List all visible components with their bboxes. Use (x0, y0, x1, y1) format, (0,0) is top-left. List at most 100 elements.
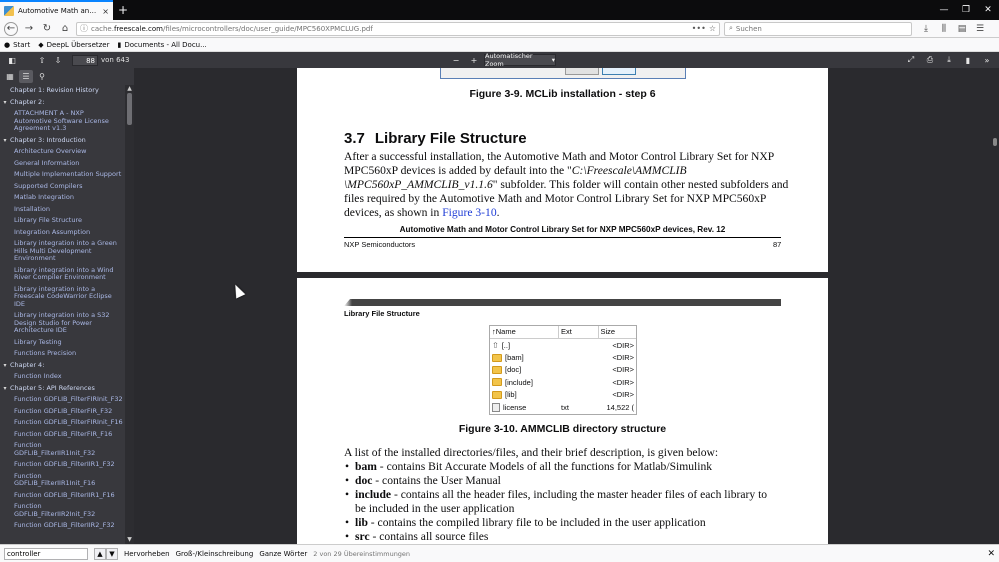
sidebar-tabs: ▦ ☰ ⚲ (0, 68, 134, 85)
outline-view-icon[interactable]: ☰ (19, 70, 33, 83)
outline-item[interactable]: Supported Compilers (0, 181, 125, 193)
section-heading: 3.7 Library File Structure (344, 130, 527, 147)
viewer-scroll-thumb[interactable] (993, 138, 997, 146)
outline-item[interactable]: Installation (0, 204, 125, 216)
previous-page-icon[interactable]: ⇧ (34, 53, 50, 67)
url-bar[interactable]: ⓘ cache.freescale.com/files/microcontrol… (76, 21, 720, 36)
outline-item[interactable]: Functions Precision (0, 348, 125, 360)
reload-icon[interactable]: ↻ (40, 22, 54, 36)
outline-label: Library integration into a Freescale Cod… (14, 284, 112, 308)
next-page-icon[interactable]: ⇩ (50, 53, 66, 67)
find-previous-icon[interactable]: ▲ (94, 547, 106, 560)
close-findbar-icon[interactable]: ✕ (987, 549, 995, 559)
highlight-all-toggle[interactable]: Hervorheben (124, 550, 170, 558)
outline-label: Function GDFLIB_FilterIIR2Init_F32 (14, 502, 96, 518)
outline-item[interactable]: Matlab Integration (0, 192, 125, 204)
chevron-down-icon[interactable]: ▾ (0, 137, 10, 145)
thumbnails-view-icon[interactable]: ▦ (3, 70, 17, 83)
bookmark-documents[interactable]: ▮ Documents - All Docu... (118, 41, 207, 49)
maximize-icon[interactable]: ❐ (955, 0, 977, 20)
scroll-down-icon[interactable]: ▼ (125, 536, 134, 544)
pdf-viewer[interactable]: Figure 3-9. MCLib installation - step 6 … (134, 68, 999, 544)
outline-item[interactable]: Function GDFLIB_FilterFIRInit_F16 (0, 417, 125, 429)
outline-chapter[interactable]: ▾ Chapter 5: API References (0, 383, 125, 395)
save-icon[interactable]: ⤓ (941, 53, 957, 67)
forward-icon[interactable]: → (22, 22, 36, 36)
footer-page-number: 87 (773, 240, 782, 249)
bookmark-start[interactable]: ● Start (4, 41, 30, 49)
menu-icon[interactable]: ☰ (974, 24, 986, 34)
tools-menu-icon[interactable]: » (979, 53, 995, 67)
outline-item[interactable]: Library integration into a Wind River Co… (0, 265, 125, 284)
outline-item[interactable]: General Information (0, 158, 125, 170)
tab-close-icon[interactable]: × (102, 7, 109, 16)
outline-item[interactable]: Function GDFLIB_FilterFIR_F32 (0, 406, 125, 418)
outline-item[interactable]: Function Index (0, 371, 125, 383)
sidebar-scroll-thumb[interactable] (127, 93, 132, 125)
outline-item[interactable]: Function GDFLIB_FilterFIR_F16 (0, 429, 125, 441)
search-bar[interactable]: ⌕ (724, 21, 912, 36)
match-case-toggle[interactable]: Groß-/Kleinschreibung (176, 550, 254, 558)
outline-item[interactable]: Function GDFLIB_FilterIIR1_F16 (0, 490, 125, 502)
find-next-icon[interactable]: ▼ (106, 547, 118, 560)
home-icon[interactable]: ⌂ (58, 22, 72, 36)
whole-words-toggle[interactable]: Ganze Wörter (259, 550, 307, 558)
chevron-down-icon[interactable]: ▾ (0, 362, 10, 370)
outline-item[interactable]: Library integration into a Green Hills M… (0, 238, 125, 265)
outline-item[interactable]: Function GDFLIB_FilterIIR2Init_F32 (0, 501, 125, 520)
new-tab-button[interactable]: + (113, 0, 133, 20)
back-icon[interactable]: ← (4, 21, 18, 36)
outline-label: Function GDFLIB_FilterIIR1_F16 (14, 490, 115, 499)
outline-item[interactable]: Library integration into a S32 Design St… (0, 310, 125, 337)
chevron-down-icon[interactable]: ▾ (0, 99, 10, 107)
bookmark-star-icon[interactable]: ☆ (709, 24, 716, 33)
bookmark-view-icon[interactable]: ▮ (960, 53, 976, 67)
outline-label: Chapter 5: API References (10, 383, 95, 392)
bookmark-deepl[interactable]: ◆ DeepL Übersetzer (38, 41, 109, 49)
scroll-up-icon[interactable]: ▲ (125, 85, 134, 93)
zoom-select[interactable]: Automatischer Zoom ▾ (484, 52, 556, 68)
tab-active[interactable]: Automotive Math and Motor C × (0, 0, 113, 20)
outline-chapter[interactable]: ▾ Chapter 4: (0, 360, 125, 372)
figure-link[interactable]: Figure 3-10 (442, 206, 496, 219)
outline-item[interactable]: Integration Assumption (0, 227, 125, 239)
find-input[interactable] (4, 547, 88, 560)
outline-item[interactable]: Library integration into a Freescale Cod… (0, 284, 125, 311)
zoom-out-icon[interactable]: − (448, 53, 464, 67)
page-actions-icon[interactable]: ••• (692, 24, 706, 33)
sidebar-scrollbar[interactable]: ▲ ▼ (125, 85, 134, 544)
footer-title: Automotive Math and Motor Control Librar… (399, 225, 726, 234)
outline-item[interactable]: Function GDFLIB_FilterIIR1_F32 (0, 459, 125, 471)
attachments-view-icon[interactable]: ⚲ (35, 70, 49, 83)
page-number-input[interactable]: 88 (72, 54, 98, 66)
outline-item[interactable]: Library File Structure (0, 215, 125, 227)
outline-chapter[interactable]: ▾ Chapter 3: Introduction (0, 135, 125, 147)
zoom-in-icon[interactable]: + (466, 53, 482, 67)
print-icon[interactable]: ⎙ (922, 53, 938, 67)
outline-item[interactable]: Function GDFLIB_FilterIIR1Init_F32 (0, 440, 125, 459)
outline-item[interactable]: Library Testing (0, 337, 125, 349)
download-icon[interactable]: ⤓ (920, 24, 932, 34)
outline-label: Integration Assumption (14, 227, 91, 236)
chevron-down-icon[interactable]: ▾ (0, 385, 10, 393)
figure-caption: Figure 3-9. MCLib installation - step 6 (469, 88, 656, 100)
info-icon[interactable]: ⓘ (80, 23, 88, 34)
outline-chapter[interactable]: ▾ Chapter 2: (0, 97, 125, 109)
outline-item[interactable]: ATTACHMENT A - NXP Automotive Software L… (0, 108, 125, 135)
outline-chapter[interactable]: Chapter 1: Revision History (0, 85, 125, 97)
toggle-sidebar-icon[interactable]: ◧ (4, 53, 20, 67)
search-input[interactable] (735, 24, 907, 33)
outline-item[interactable]: Function GDFLIB_FilterIIR2_F32 (0, 520, 125, 532)
outline-item[interactable]: Multiple Implementation Support (0, 169, 125, 181)
close-window-icon[interactable]: ✕ (977, 0, 999, 20)
outline-item[interactable]: Function GDFLIB_FilterFIRInit_F32 (0, 394, 125, 406)
outline-label: Library integration into a S32 Design St… (14, 311, 110, 334)
outline-item[interactable]: Function GDFLIB_FilterIIR1Init_F16 (0, 471, 125, 490)
presentation-mode-icon[interactable]: ⤢ (903, 53, 919, 67)
outline-item[interactable]: Architecture Overview (0, 146, 125, 158)
library-icon[interactable]: ⫼ (938, 24, 950, 34)
list-item: • lib - contains the compiled library fil… (345, 516, 706, 529)
minimize-icon[interactable]: — (933, 0, 955, 20)
viewer-scrollbar[interactable] (991, 68, 999, 544)
sidebar-toggle-icon[interactable]: ▤ (956, 24, 968, 34)
